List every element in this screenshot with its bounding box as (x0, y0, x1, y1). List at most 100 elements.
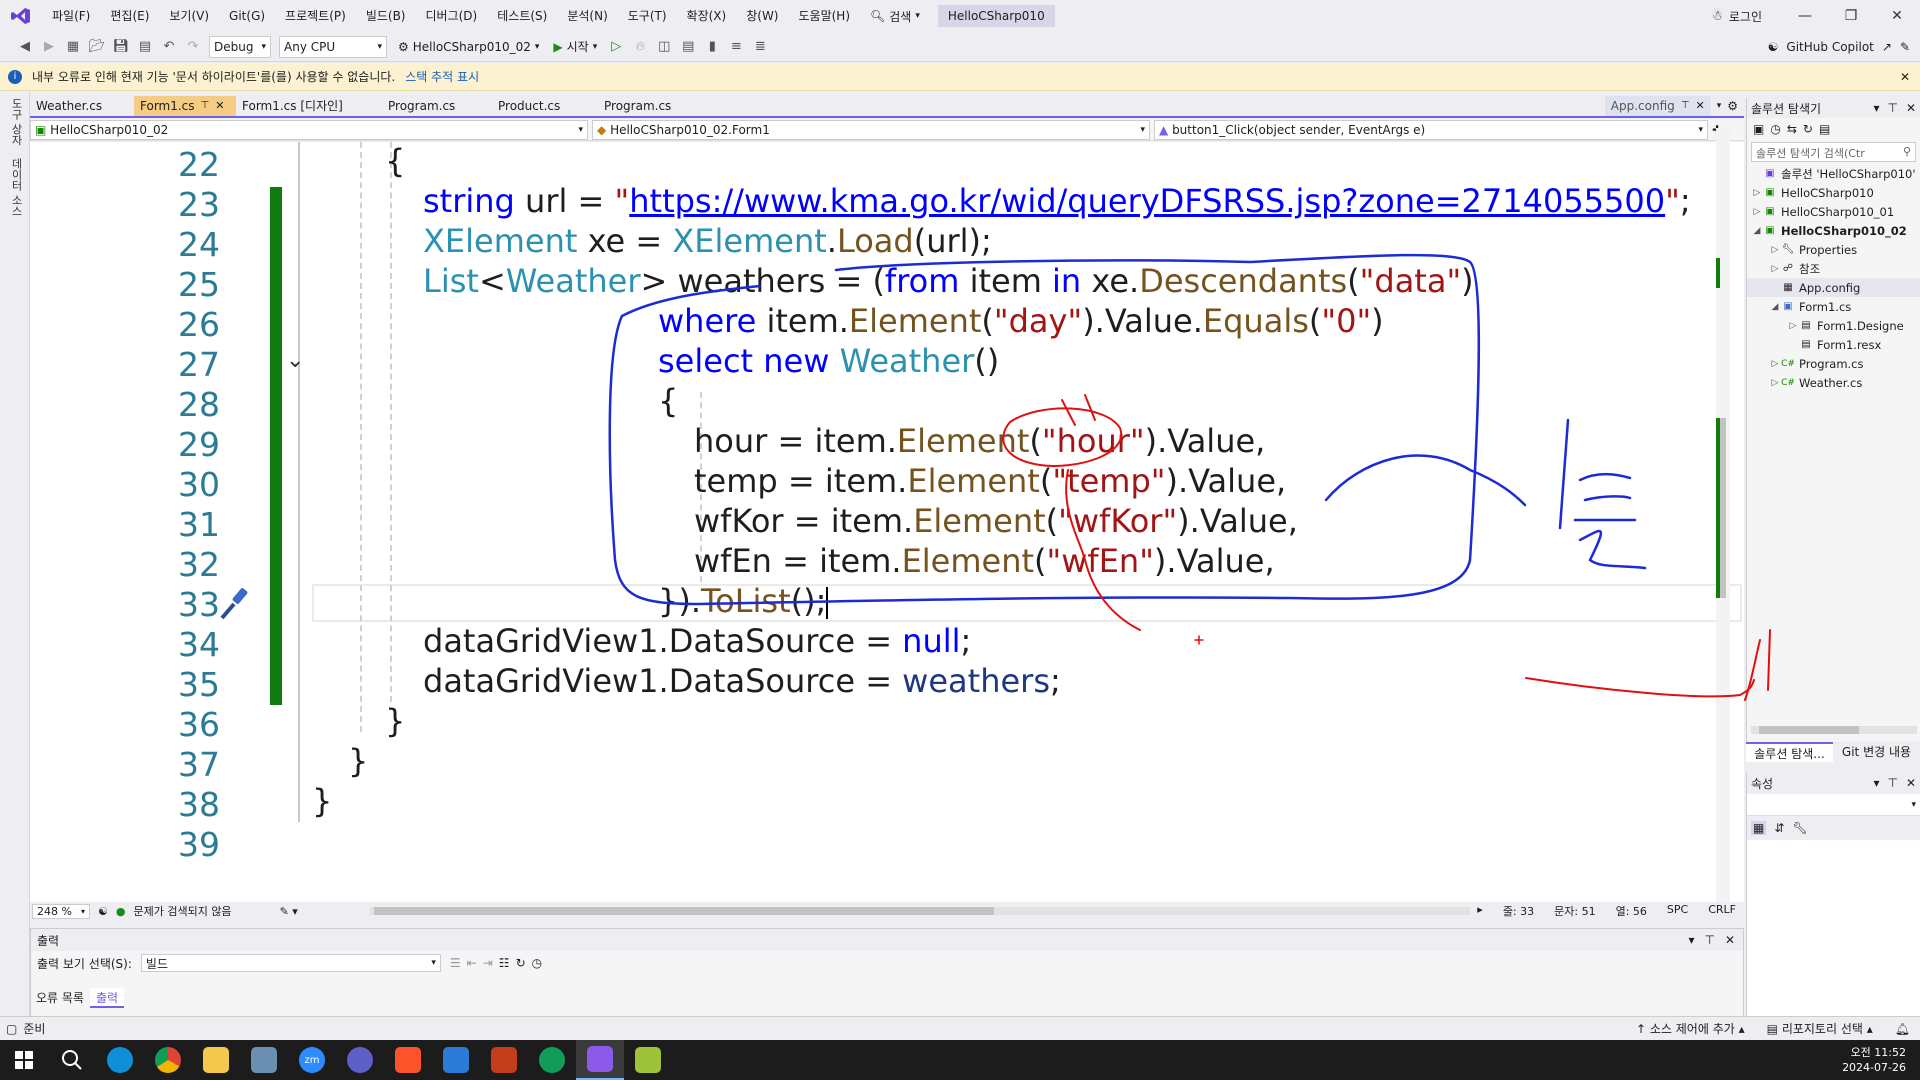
tab-list-dropdown[interactable]: ▾ ⚙ (1711, 96, 1744, 116)
open-folder-icon[interactable]: 📂︎ (86, 36, 108, 58)
show-stack-trace-link[interactable]: 스택 추적 표시 (405, 68, 479, 85)
login-button[interactable]: ☃ 로그인 (1711, 8, 1782, 25)
chevron-down-icon[interactable]: ▾ (1873, 776, 1879, 790)
output-source-select[interactable]: 빌드 ▾ (140, 954, 441, 972)
menu-file[interactable]: 파일(F) (42, 0, 100, 32)
copilot-icon[interactable]: ☯ (1768, 40, 1779, 54)
menu-debug[interactable]: 디버그(D) (416, 0, 488, 32)
tree-node-references[interactable]: ▷ ☍ 참조 (1747, 259, 1920, 278)
tab-app-config[interactable]: App.config ⊤ ✕ (1604, 96, 1711, 116)
project-dropdown[interactable]: ▣ HelloCSharp010_02 ▾ (30, 119, 588, 140)
start-button[interactable]: ▶ 시작 ▾ (547, 38, 603, 55)
close-icon[interactable]: ✕ (1906, 101, 1916, 115)
close-icon[interactable]: ✕ (1725, 933, 1735, 947)
snipping-tool-icon[interactable] (240, 1040, 288, 1080)
tree-node-solution[interactable]: ▣ 솔루션 'HelloCSharp010' (1747, 164, 1920, 183)
col-indicator[interactable]: 열: 56 (1616, 903, 1647, 919)
close-icon[interactable]: ✕ (1906, 776, 1916, 790)
collapse-chevron-icon[interactable]: ⌄ (286, 348, 304, 373)
notifications-icon[interactable]: 🔔︎ (1895, 1022, 1910, 1036)
platform-select[interactable]: Any CPU ▾ (279, 35, 387, 58)
tree-node-app-config[interactable]: ▦ App.config (1747, 278, 1920, 297)
tree-node-form1-resx[interactable]: ▤ Form1.resx (1747, 335, 1920, 354)
tab-program-cs[interactable]: Program.cs (382, 96, 492, 116)
tab-program-cs-2[interactable]: Program.cs (598, 96, 702, 116)
start-without-debugging-icon[interactable]: ▷ (605, 36, 627, 58)
pin-icon[interactable]: ⊤ (1887, 101, 1897, 115)
data-sources-tab[interactable]: 데이터 소스 (0, 152, 32, 223)
edge-icon[interactable] (96, 1040, 144, 1080)
categorized-icon[interactable]: ▦ (1751, 821, 1767, 835)
history-icon[interactable]: ◷ (1770, 122, 1780, 136)
chrome-profile-icon[interactable] (528, 1040, 576, 1080)
tab-output[interactable]: 출력 (89, 988, 125, 1008)
zoom-select[interactable]: 248 % ▾ (32, 903, 90, 919)
feedback-icon[interactable]: ✎ (1900, 40, 1910, 54)
refresh-icon[interactable]: ↻ (1803, 122, 1813, 136)
pin-icon[interactable]: ⊤ (1704, 933, 1714, 947)
undo-icon[interactable]: ↶ (158, 36, 180, 58)
system-clock[interactable]: 오전 11:52 2024-07-26 (1842, 1045, 1906, 1075)
whitespace-indicator[interactable]: SPC (1667, 903, 1688, 919)
tree-node-properties[interactable]: ▷ 🔧︎ Properties (1747, 240, 1920, 259)
gear-icon[interactable]: ⚙ (1727, 96, 1738, 116)
quick-actions-icon[interactable] (216, 584, 256, 624)
tab-error-list[interactable]: 오류 목록 (30, 988, 90, 1008)
restore-button[interactable]: ❐ (1828, 0, 1874, 32)
select-repository-button[interactable]: ▤ 리포지토리 선택 ▴ (1767, 1020, 1873, 1037)
tree-node-form1[interactable]: ◢ ▣ Form1.cs (1747, 297, 1920, 316)
back-icon[interactable]: ◀ (14, 36, 36, 58)
tree-node-weather-cs[interactable]: ▷ C# Weather.cs (1747, 373, 1920, 392)
copilot-label[interactable]: GitHub Copilot (1786, 40, 1873, 54)
clear-icon[interactable]: ☷ (499, 956, 510, 970)
collapse-all-icon[interactable]: ▤ (1819, 122, 1830, 136)
issues-status[interactable]: 문제가 검색되지 않음 (133, 903, 231, 919)
pin-icon[interactable]: ⊤ (201, 96, 210, 116)
menu-window[interactable]: 창(W) (736, 0, 788, 32)
member-dropdown[interactable]: ▲ button1_Click(object sender, EventArgs… (1154, 119, 1708, 140)
menu-edit[interactable]: 편집(E) (100, 0, 159, 32)
tree-node-project[interactable]: ▷ ▣ HelloCSharp010 (1747, 183, 1920, 202)
add-to-source-control-button[interactable]: ↑ 소스 제어에 추가 ▴ (1636, 1020, 1745, 1037)
save-all-icon[interactable]: ▤ (134, 36, 156, 58)
toolbox-tab[interactable]: 도구 상자 (0, 92, 32, 152)
browse-icon[interactable]: ◫ (653, 36, 675, 58)
wrap-icon[interactable]: ↻ (516, 956, 526, 970)
switch-views-icon[interactable]: ▣ (1753, 122, 1764, 136)
char-indicator[interactable]: 문자: 51 (1554, 903, 1595, 919)
tab-solution-explorer[interactable]: 솔루션 탐색... (1746, 742, 1833, 762)
visual-studio-logo-icon[interactable] (0, 0, 42, 32)
save-icon[interactable]: 💾︎ (110, 36, 132, 58)
close-icon[interactable]: ✕ (1900, 70, 1910, 84)
solution-horizontal-scrollbar[interactable] (1751, 726, 1917, 734)
comment-icon[interactable]: ≡ (725, 36, 747, 58)
search-button[interactable]: 🔍︎ 검색 ▾ (860, 0, 930, 32)
menu-project[interactable]: 프로젝트(P) (275, 0, 356, 32)
notepad-icon[interactable] (624, 1040, 672, 1080)
close-icon[interactable]: ✕ (215, 96, 224, 116)
bookmark-icon[interactable]: ▮ (701, 36, 723, 58)
copilot-status-icon[interactable]: ☯ (98, 905, 108, 918)
line-ending-indicator[interactable]: CRLF (1708, 903, 1736, 919)
alphabetical-icon[interactable]: ⇵ (1774, 821, 1784, 835)
share-icon[interactable]: ↗ (1882, 40, 1892, 54)
menu-help[interactable]: 도움말(H) (789, 0, 861, 32)
brush-icon[interactable]: ✎ ▾ (280, 905, 298, 918)
menu-extensions[interactable]: 확장(X) (677, 0, 737, 32)
menu-tools[interactable]: 도구(T) (618, 0, 677, 32)
menu-git[interactable]: Git(G) (219, 0, 275, 32)
menu-analyze[interactable]: 분석(N) (557, 0, 617, 32)
tree-node-program-cs[interactable]: ▷ C# Program.cs (1747, 354, 1920, 373)
visual-studio-taskbar-icon[interactable] (576, 1040, 624, 1080)
find-icon[interactable]: ☰ (450, 956, 461, 970)
hot-reload-icon[interactable]: 🔥︎ (629, 36, 651, 58)
tree-node-form1-designer[interactable]: ▷ ▤ Form1.Designe (1747, 316, 1920, 335)
editor-horizontal-scrollbar[interactable] (370, 907, 1470, 915)
editor-vertical-scrollbar[interactable] (1716, 128, 1730, 902)
property-pages-icon[interactable]: 🔧︎ (1792, 821, 1807, 835)
configuration-select[interactable]: Debug ▾ (209, 35, 271, 58)
chevron-down-icon[interactable]: ▾ (1873, 101, 1879, 115)
menu-test[interactable]: 테스트(S) (487, 0, 557, 32)
powerpoint-icon[interactable] (480, 1040, 528, 1080)
tree-node-project-startup[interactable]: ◢ ▣ HelloCSharp010_02 (1747, 221, 1920, 240)
